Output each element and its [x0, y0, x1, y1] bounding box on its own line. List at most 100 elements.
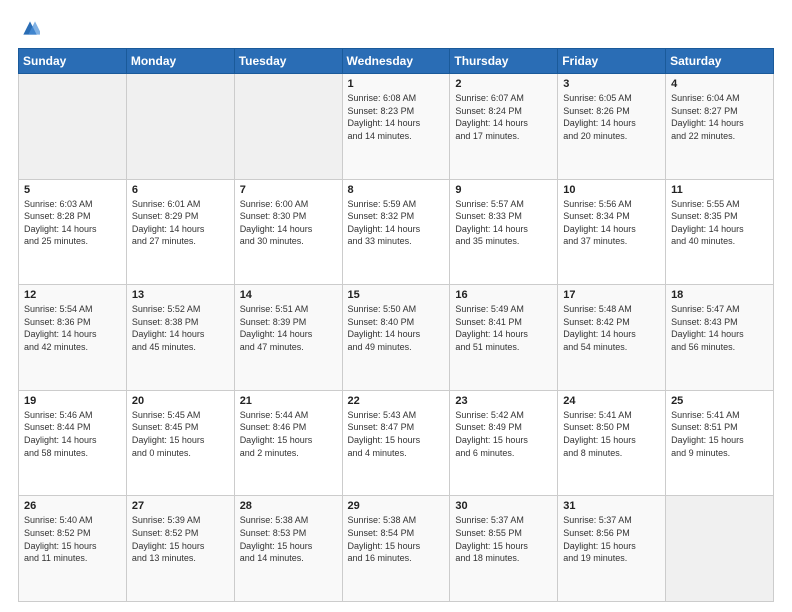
day-number: 11 [671, 184, 768, 196]
calendar-cell: 14Sunrise: 5:51 AM Sunset: 8:39 PM Dayli… [234, 285, 342, 391]
day-number: 20 [132, 395, 229, 407]
calendar-cell: 18 Sunrise: 5:47 AM Sunset: 8:43 PM Dayli… [666, 285, 774, 391]
day-number: 16 [455, 289, 552, 301]
calendar-cell [126, 74, 234, 180]
calendar-cell: 20 Sunrise: 5:45 AM Sunset: 8:45 PM Dayli… [126, 390, 234, 496]
day-number: 21 [240, 395, 337, 407]
calendar-cell: 5Sunrise: 6:03 AM Sunset: 8:28 PM Daylig… [19, 179, 127, 285]
day-info: Sunrise: 5:40 AM Sunset: 8:52 PM Dayligh… [24, 514, 121, 564]
calendar-cell: 10Sunrise: 5:56 AM Sunset: 8:34 PM Dayli… [558, 179, 666, 285]
calendar-body: 1 Sunrise: 6:08 AM Sunset: 8:23 PM Daylig… [19, 74, 774, 602]
day-number: 8 [348, 184, 445, 196]
day-number: 17 [563, 289, 660, 301]
day-info: Sunrise: 5:49 AM Sunset: 8:41 PM Dayligh… [455, 303, 552, 353]
calendar-cell: 30 Sunrise: 5:37 AM Sunset: 8:55 PM Dayli… [450, 496, 558, 602]
day-info: Sunrise: 5:57 AM Sunset: 8:33 PM Dayligh… [455, 198, 552, 248]
calendar-cell [234, 74, 342, 180]
day-info: Sunrise: 5:45 AM Sunset: 8:45 PM Dayligh… [132, 409, 229, 459]
day-number: 28 [240, 500, 337, 512]
day-number: 3 [563, 78, 660, 90]
calendar-cell: 16 Sunrise: 5:49 AM Sunset: 8:41 PM Dayli… [450, 285, 558, 391]
calendar-cell [19, 74, 127, 180]
day-number: 22 [348, 395, 445, 407]
day-info: Sunrise: 5:56 AM Sunset: 8:34 PM Dayligh… [563, 198, 660, 248]
calendar-cell: 23Sunrise: 5:42 AM Sunset: 8:49 PM Dayli… [450, 390, 558, 496]
day-info: Sunrise: 6:00 AM Sunset: 8:30 PM Dayligh… [240, 198, 337, 248]
day-info: Sunrise: 6:04 AM Sunset: 8:27 PM Dayligh… [671, 92, 768, 142]
day-number: 14 [240, 289, 337, 301]
day-info: Sunrise: 5:59 AM Sunset: 8:32 PM Dayligh… [348, 198, 445, 248]
day-info: Sunrise: 6:03 AM Sunset: 8:28 PM Dayligh… [24, 198, 121, 248]
calendar-cell: 11 Sunrise: 5:55 AM Sunset: 8:35 PM Dayli… [666, 179, 774, 285]
logo-icon [20, 18, 40, 38]
day-number: 19 [24, 395, 121, 407]
day-info: Sunrise: 5:37 AM Sunset: 8:55 PM Dayligh… [455, 514, 552, 564]
calendar-header: SundayMondayTuesdayWednesdayThursdayFrid… [19, 49, 774, 74]
weekday-header-sunday: Sunday [19, 49, 127, 74]
day-info: Sunrise: 6:01 AM Sunset: 8:29 PM Dayligh… [132, 198, 229, 248]
calendar-cell: 21 Sunrise: 5:44 AM Sunset: 8:46 PM Dayli… [234, 390, 342, 496]
day-info: Sunrise: 5:50 AM Sunset: 8:40 PM Dayligh… [348, 303, 445, 353]
calendar-cell: 24 Sunrise: 5:41 AM Sunset: 8:50 PM Dayli… [558, 390, 666, 496]
day-info: Sunrise: 5:38 AM Sunset: 8:53 PM Dayligh… [240, 514, 337, 564]
day-number: 7 [240, 184, 337, 196]
calendar-week-5: 26Sunrise: 5:40 AM Sunset: 8:52 PM Dayli… [19, 496, 774, 602]
day-info: Sunrise: 5:41 AM Sunset: 8:50 PM Dayligh… [563, 409, 660, 459]
calendar-cell: 15Sunrise: 5:50 AM Sunset: 8:40 PM Dayli… [342, 285, 450, 391]
day-number: 25 [671, 395, 768, 407]
calendar-cell: 17 Sunrise: 5:48 AM Sunset: 8:42 PM Dayli… [558, 285, 666, 391]
weekday-header-row: SundayMondayTuesdayWednesdayThursdayFrid… [19, 49, 774, 74]
page: SundayMondayTuesdayWednesdayThursdayFrid… [0, 0, 792, 612]
day-number: 18 [671, 289, 768, 301]
day-info: Sunrise: 5:47 AM Sunset: 8:43 PM Dayligh… [671, 303, 768, 353]
day-info: Sunrise: 5:43 AM Sunset: 8:47 PM Dayligh… [348, 409, 445, 459]
day-info: Sunrise: 6:05 AM Sunset: 8:26 PM Dayligh… [563, 92, 660, 142]
day-number: 12 [24, 289, 121, 301]
calendar-cell: 9 Sunrise: 5:57 AM Sunset: 8:33 PM Daylig… [450, 179, 558, 285]
calendar-table: SundayMondayTuesdayWednesdayThursdayFrid… [18, 48, 774, 602]
calendar-cell: 6 Sunrise: 6:01 AM Sunset: 8:29 PM Daylig… [126, 179, 234, 285]
calendar-cell: 2 Sunrise: 6:07 AM Sunset: 8:24 PM Daylig… [450, 74, 558, 180]
day-number: 30 [455, 500, 552, 512]
weekday-header-monday: Monday [126, 49, 234, 74]
day-info: Sunrise: 5:46 AM Sunset: 8:44 PM Dayligh… [24, 409, 121, 459]
day-number: 2 [455, 78, 552, 90]
day-info: Sunrise: 5:38 AM Sunset: 8:54 PM Dayligh… [348, 514, 445, 564]
calendar-cell: 12Sunrise: 5:54 AM Sunset: 8:36 PM Dayli… [19, 285, 127, 391]
day-info: Sunrise: 5:39 AM Sunset: 8:52 PM Dayligh… [132, 514, 229, 564]
day-number: 9 [455, 184, 552, 196]
weekday-header-friday: Friday [558, 49, 666, 74]
day-info: Sunrise: 5:52 AM Sunset: 8:38 PM Dayligh… [132, 303, 229, 353]
day-info: Sunrise: 5:55 AM Sunset: 8:35 PM Dayligh… [671, 198, 768, 248]
day-number: 6 [132, 184, 229, 196]
weekday-header-tuesday: Tuesday [234, 49, 342, 74]
day-info: Sunrise: 5:44 AM Sunset: 8:46 PM Dayligh… [240, 409, 337, 459]
calendar-cell: 7 Sunrise: 6:00 AM Sunset: 8:30 PM Daylig… [234, 179, 342, 285]
calendar-week-1: 1 Sunrise: 6:08 AM Sunset: 8:23 PM Daylig… [19, 74, 774, 180]
day-info: Sunrise: 5:37 AM Sunset: 8:56 PM Dayligh… [563, 514, 660, 564]
calendar-cell: 4 Sunrise: 6:04 AM Sunset: 8:27 PM Daylig… [666, 74, 774, 180]
calendar-cell: 31 Sunrise: 5:37 AM Sunset: 8:56 PM Dayli… [558, 496, 666, 602]
day-number: 23 [455, 395, 552, 407]
calendar-cell: 26Sunrise: 5:40 AM Sunset: 8:52 PM Dayli… [19, 496, 127, 602]
calendar-cell: 8 Sunrise: 5:59 AM Sunset: 8:32 PM Daylig… [342, 179, 450, 285]
day-number: 31 [563, 500, 660, 512]
logo [18, 18, 40, 38]
day-info: Sunrise: 5:48 AM Sunset: 8:42 PM Dayligh… [563, 303, 660, 353]
calendar-cell: 19 Sunrise: 5:46 AM Sunset: 8:44 PM Dayli… [19, 390, 127, 496]
calendar-cell: 25 Sunrise: 5:41 AM Sunset: 8:51 PM Dayli… [666, 390, 774, 496]
calendar-cell: 1 Sunrise: 6:08 AM Sunset: 8:23 PM Daylig… [342, 74, 450, 180]
weekday-header-saturday: Saturday [666, 49, 774, 74]
header [18, 18, 774, 38]
calendar-cell [666, 496, 774, 602]
day-info: Sunrise: 6:07 AM Sunset: 8:24 PM Dayligh… [455, 92, 552, 142]
day-number: 1 [348, 78, 445, 90]
day-number: 4 [671, 78, 768, 90]
day-info: Sunrise: 6:08 AM Sunset: 8:23 PM Dayligh… [348, 92, 445, 142]
calendar-week-3: 12Sunrise: 5:54 AM Sunset: 8:36 PM Dayli… [19, 285, 774, 391]
calendar-cell: 3 Sunrise: 6:05 AM Sunset: 8:26 PM Daylig… [558, 74, 666, 180]
calendar-cell: 27Sunrise: 5:39 AM Sunset: 8:52 PM Dayli… [126, 496, 234, 602]
calendar-week-2: 5Sunrise: 6:03 AM Sunset: 8:28 PM Daylig… [19, 179, 774, 285]
day-number: 24 [563, 395, 660, 407]
day-info: Sunrise: 5:41 AM Sunset: 8:51 PM Dayligh… [671, 409, 768, 459]
